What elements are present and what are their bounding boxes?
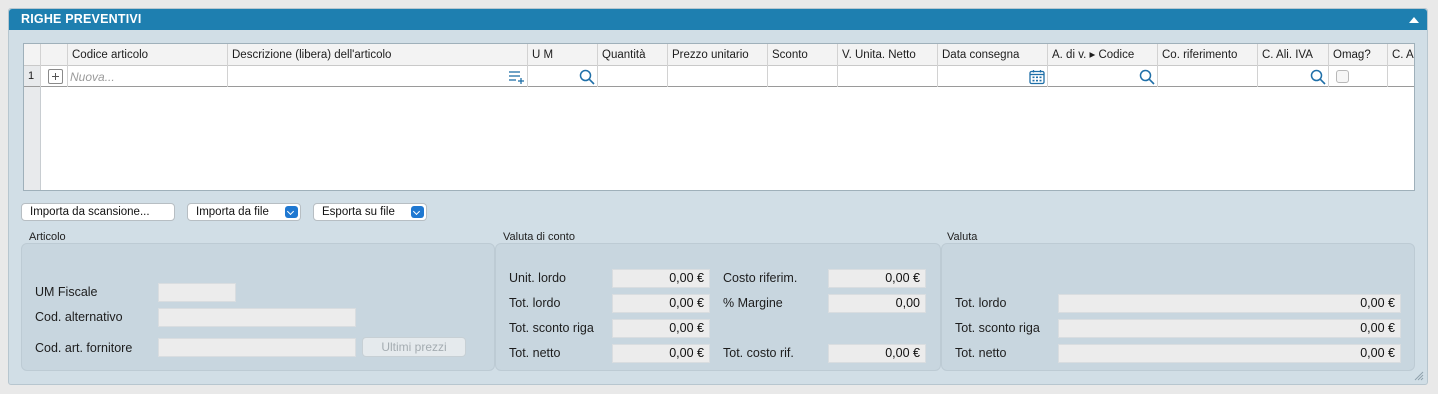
righe-grid[interactable]: Codice articolo Descrizione (libera) del…: [23, 43, 1415, 191]
col-header-adv-codice[interactable]: A. di v. ▸ Codice: [1048, 44, 1158, 66]
panel-title: RIGHE PREVENTIVI: [21, 12, 142, 26]
export-file-label: Esporta su file: [322, 206, 395, 218]
valuta-tot-sconto-riga-field: 0,00 €: [1058, 319, 1401, 338]
cell-co-riferimento[interactable]: [1158, 66, 1258, 87]
valuta-conto-group: Unit. lordo 0,00 € Tot. lordo 0,00 € Tot…: [495, 243, 941, 371]
tot-netto-field: 0,00 €: [612, 344, 710, 363]
margine-label: % Margine: [723, 296, 783, 310]
cell-sconto[interactable]: [768, 66, 838, 87]
col-header-data-consegna[interactable]: Data consegna: [938, 44, 1048, 66]
chevron-down-icon: [411, 206, 424, 218]
col-header-codice-articolo[interactable]: Codice articolo: [68, 44, 228, 66]
tot-lordo-label: Tot. lordo: [509, 296, 561, 310]
articolo-section-title: Articolo: [29, 231, 66, 243]
header-corner: [24, 44, 41, 66]
header-add-col: [41, 44, 68, 66]
valuta-tot-lordo-field: 0,00 €: [1058, 294, 1401, 313]
col-header-c-ali-iva[interactable]: C. Ali. IVA: [1258, 44, 1329, 66]
costo-riferim-label: Costo riferim.: [723, 271, 798, 285]
import-file-button[interactable]: Importa da file: [187, 203, 301, 221]
col-header-um[interactable]: U M: [528, 44, 598, 66]
grid-header: Codice articolo Descrizione (libera) del…: [24, 44, 1414, 66]
table-row[interactable]: [24, 66, 1414, 87]
valuta-tot-netto-label: Tot. netto: [955, 346, 1007, 360]
cod-fornitore-field[interactable]: [158, 338, 356, 357]
ultimi-prezzi-button[interactable]: Ultimi prezzi: [362, 337, 466, 357]
cod-alternativo-field[interactable]: [158, 308, 356, 327]
valuta-tot-sconto-riga-label: Tot. sconto riga: [955, 321, 1040, 335]
col-header-descrizione[interactable]: Descrizione (libera) dell'articolo: [228, 44, 528, 66]
col-header-co-riferimento[interactable]: Co. riferimento: [1158, 44, 1258, 66]
righe-preventivi-panel: RIGHE PREVENTIVI Codice articolo Descriz…: [8, 8, 1428, 385]
import-scan-button[interactable]: Importa da scansione...: [21, 203, 175, 221]
cod-alternativo-label: Cod. alternativo: [35, 310, 123, 324]
valuta-section-title: Valuta: [947, 231, 978, 243]
unit-lordo-field: 0,00 €: [612, 269, 710, 288]
cell-v-unita-netto[interactable]: [838, 66, 938, 87]
calendar-icon[interactable]: [1029, 69, 1045, 85]
export-file-button[interactable]: Esporta su file: [313, 203, 427, 221]
col-header-v-unita-netto[interactable]: V. Unita. Netto: [838, 44, 938, 66]
omaggio-checkbox[interactable]: [1336, 70, 1349, 83]
search-icon[interactable]: [1310, 69, 1326, 85]
valuta-tot-netto-field: 0,00 €: [1058, 344, 1401, 363]
tot-lordo-field: 0,00 €: [612, 294, 710, 313]
um-fiscale-label: UM Fiscale: [35, 285, 98, 299]
col-header-omag[interactable]: Omag?: [1329, 44, 1388, 66]
col-header-quantita[interactable]: Quantità: [598, 44, 668, 66]
tot-costo-rif-label: Tot. costo rif.: [723, 346, 794, 360]
cod-fornitore-label: Cod. art. fornitore: [35, 341, 133, 355]
margine-field: 0,00: [828, 294, 926, 313]
valuta-group: Tot. lordo 0,00 € Tot. sconto riga 0,00 …: [941, 243, 1415, 371]
col-header-prezzo-unitario[interactable]: Prezzo unitario: [668, 44, 768, 66]
col-header-c-ac[interactable]: C. Ac: [1388, 44, 1414, 66]
resize-grip-icon[interactable]: [1414, 371, 1424, 381]
col-header-sconto[interactable]: Sconto: [768, 44, 838, 66]
chevron-down-icon: [285, 206, 298, 218]
add-row-icon[interactable]: [48, 69, 63, 84]
valuta-conto-section-title: Valuta di conto: [503, 231, 575, 243]
row-number: 1: [28, 70, 35, 82]
tot-sconto-riga-field: 0,00 €: [612, 319, 710, 338]
cell-prezzo-unitario[interactable]: [668, 66, 768, 87]
search-icon[interactable]: [579, 69, 595, 85]
tot-netto-label: Tot. netto: [509, 346, 561, 360]
new-row-placeholder[interactable]: Nuova...: [70, 70, 115, 84]
costo-riferim-field: 0,00 €: [828, 269, 926, 288]
tot-costo-rif-field: 0,00 €: [828, 344, 926, 363]
cell-quantita[interactable]: [598, 66, 668, 87]
articolo-group: UM Fiscale Cod. alternativo Cod. art. fo…: [21, 243, 495, 371]
panel-title-bar: RIGHE PREVENTIVI: [9, 9, 1427, 30]
collapse-icon[interactable]: [1409, 17, 1419, 23]
valuta-tot-lordo-label: Tot. lordo: [955, 296, 1007, 310]
um-fiscale-field[interactable]: [158, 283, 236, 302]
import-file-label: Importa da file: [196, 206, 269, 218]
unit-lordo-label: Unit. lordo: [509, 271, 566, 285]
cell-c-ac[interactable]: [1388, 66, 1414, 87]
cell-descrizione[interactable]: [228, 66, 528, 87]
list-add-icon[interactable]: [508, 69, 526, 85]
search-icon[interactable]: [1139, 69, 1155, 85]
tot-sconto-riga-label: Tot. sconto riga: [509, 321, 594, 335]
